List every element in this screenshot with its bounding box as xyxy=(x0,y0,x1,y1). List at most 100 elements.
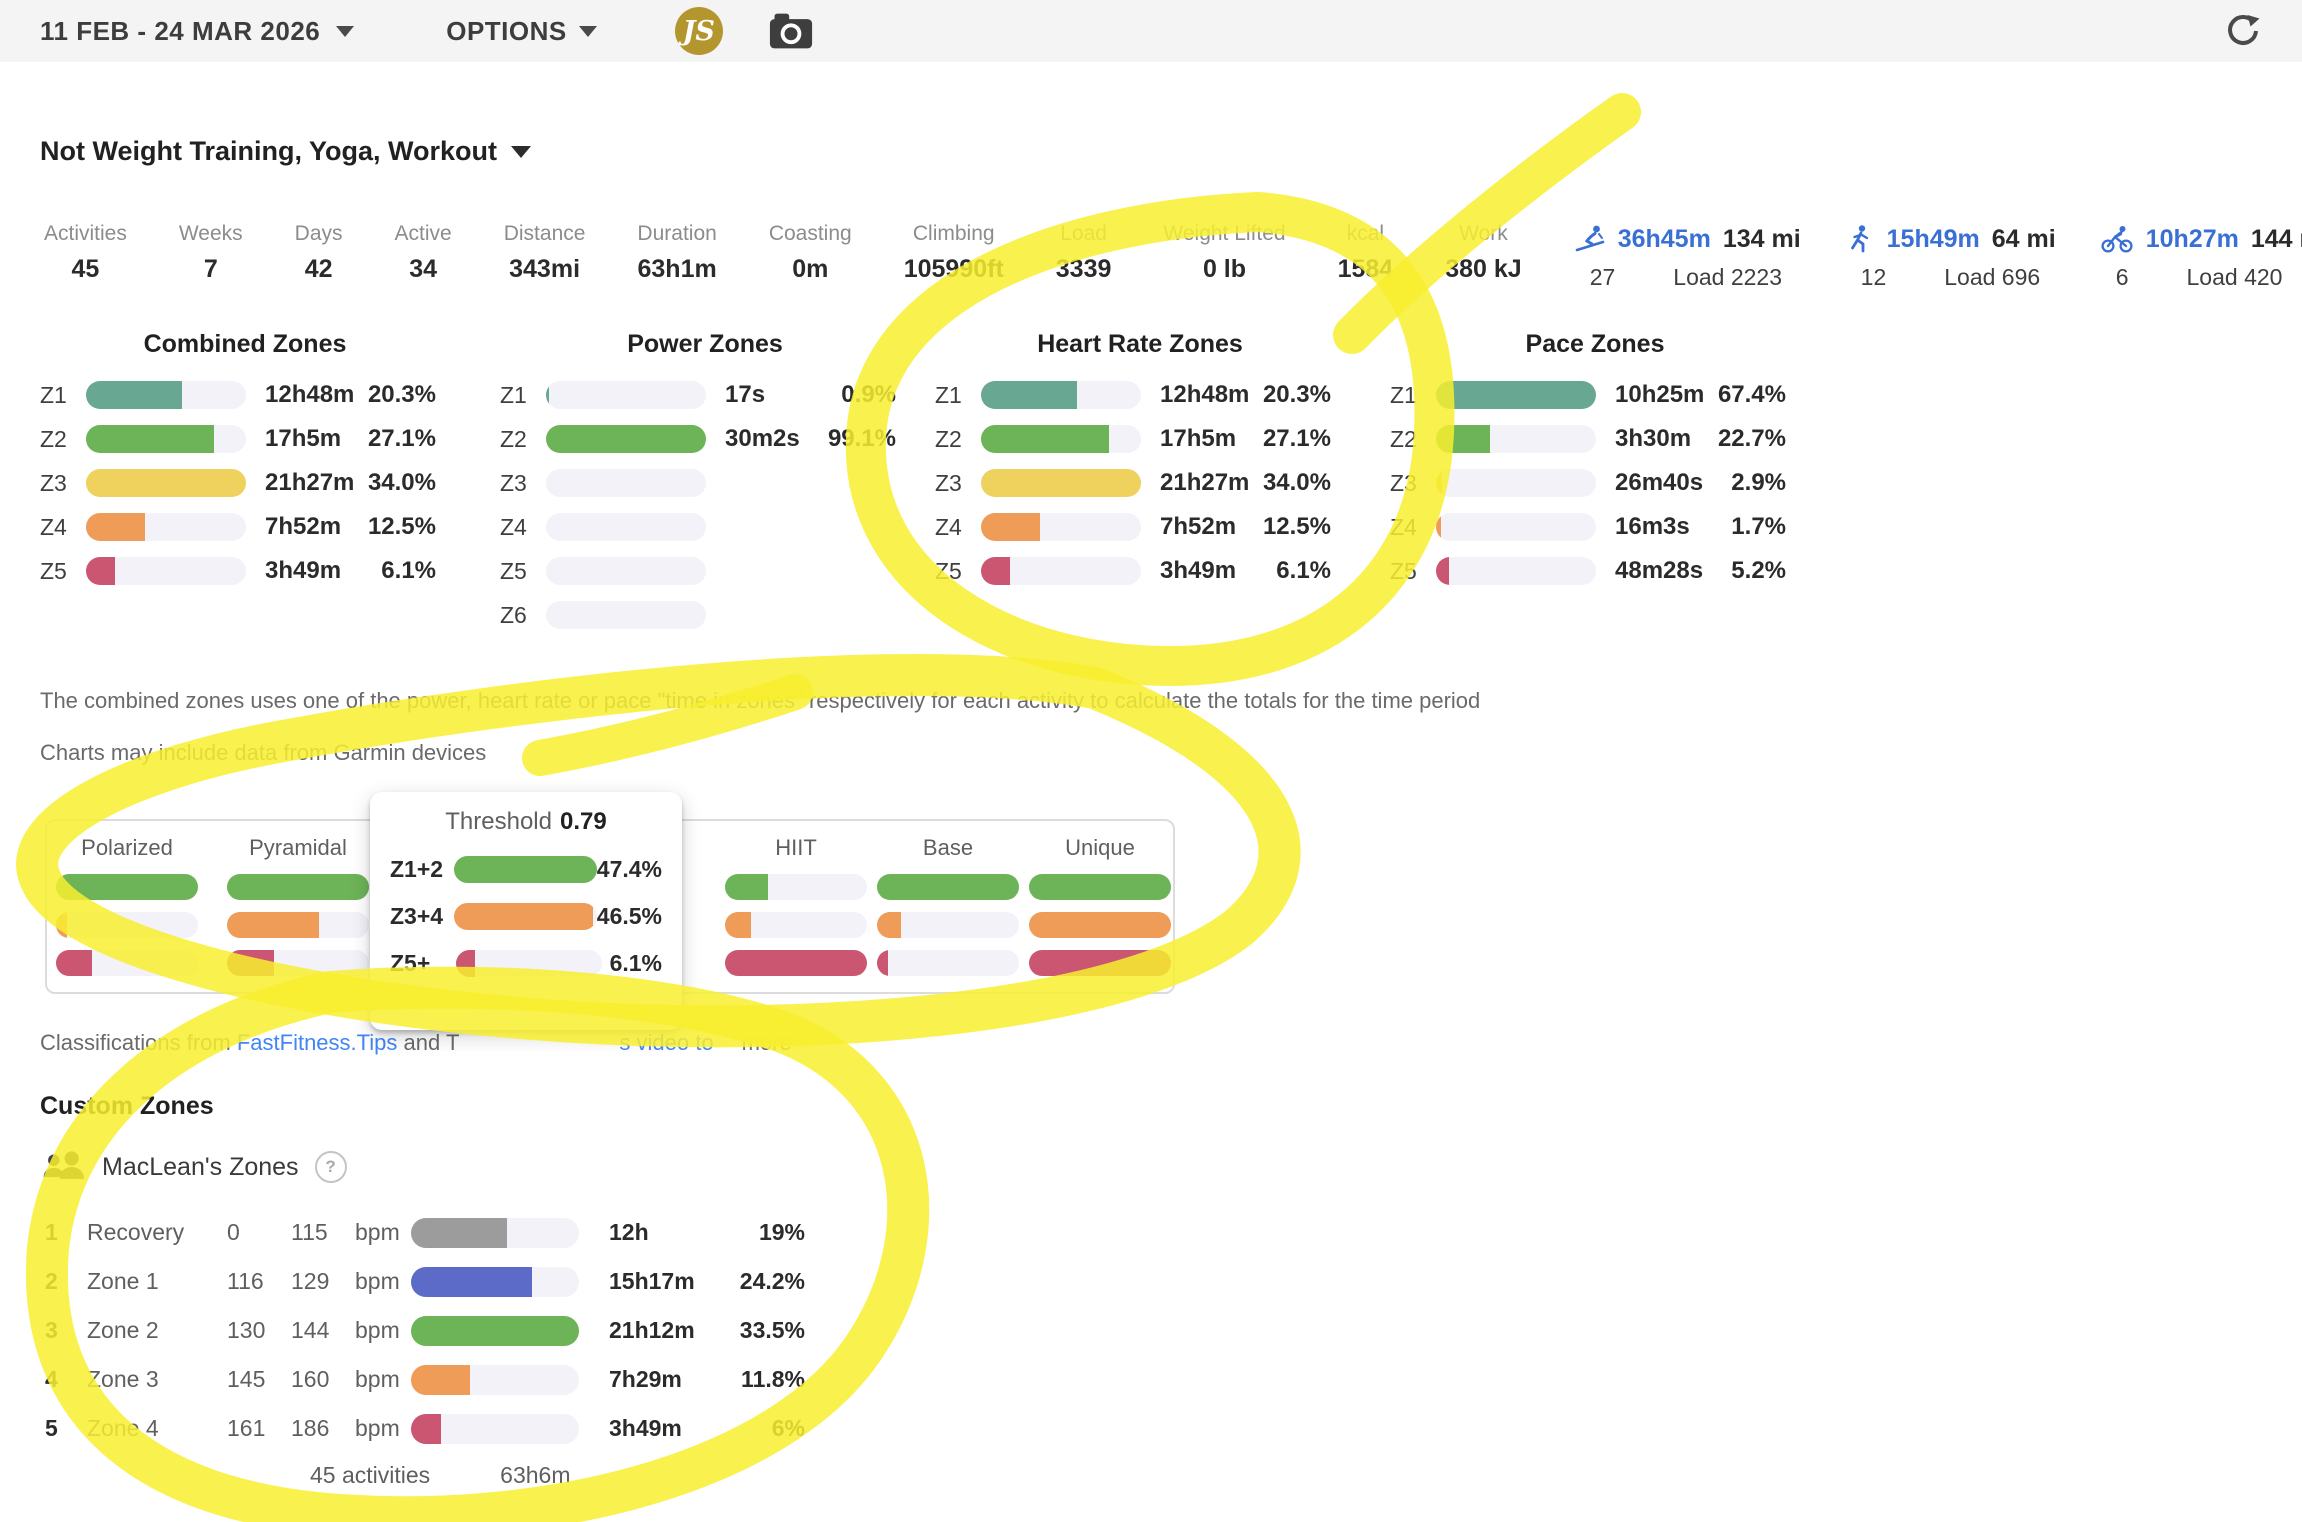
ride-load: Load 420 xyxy=(2187,264,2283,291)
zone-time: 3h49m xyxy=(246,557,364,585)
mini-bar-track xyxy=(227,912,369,938)
mini-bar-track xyxy=(1029,950,1171,976)
zone-row: Z5 3h49m 6.1% xyxy=(40,557,450,585)
zone-label: Z1 xyxy=(1390,382,1436,409)
mini-bar-fill xyxy=(725,912,751,938)
zone-percent: 6% xyxy=(699,1415,805,1442)
zone-bar-fill xyxy=(981,425,1109,453)
camera-icon xyxy=(769,12,813,50)
ride-distance: 144 mi xyxy=(2251,225,2302,254)
zone-bar-fill xyxy=(981,513,1040,541)
date-range-selector[interactable]: 11 FEB - 24 MAR 2026 xyxy=(40,16,354,47)
zone-time: 15h17m xyxy=(579,1268,699,1295)
classification-card[interactable]: HIIT xyxy=(725,835,867,988)
options-menu-button[interactable]: OPTIONS xyxy=(446,16,597,47)
zone-label: Z3 xyxy=(935,470,981,497)
app-logo[interactable]: JS xyxy=(675,7,723,55)
threshold-zone-percent: 47.4% xyxy=(597,856,662,883)
zone-name: Zone 2 xyxy=(87,1317,227,1344)
top-toolbar: 11 FEB - 24 MAR 2026 OPTIONS JS xyxy=(0,0,2302,62)
zone-row: Z4 16m3s 1.7% xyxy=(1390,513,1800,541)
zone-time: 30m2s xyxy=(706,425,824,453)
zone-bar-track xyxy=(546,601,706,629)
mini-bar-track xyxy=(877,912,1019,938)
chevron-down-icon xyxy=(579,26,597,37)
threshold-zone-label: Z3+4 xyxy=(390,903,454,930)
zone-label: Z4 xyxy=(40,514,86,541)
threshold-zone-percent: 46.5% xyxy=(597,903,662,930)
zone-bar-fill xyxy=(411,1316,579,1346)
zone-percent: 67.4% xyxy=(1714,381,1800,409)
zone-percent: 33.5% xyxy=(699,1317,805,1344)
zone-bar-fill xyxy=(546,425,706,453)
stat-item: Days 42 xyxy=(295,222,343,284)
zone-time: 3h49m xyxy=(1141,557,1259,585)
zone-label: Z1 xyxy=(40,382,86,409)
zone-time: 17h5m xyxy=(1141,425,1259,453)
mini-bar-fill xyxy=(1029,912,1171,938)
stat-value: 34 xyxy=(409,255,437,284)
mini-bar-track xyxy=(56,912,198,938)
zone-bar-track xyxy=(981,557,1141,585)
threshold-zone-label: Z1+2 xyxy=(390,856,454,883)
zone-time: 7h52m xyxy=(1141,513,1259,541)
zone-to-bpm: 186 xyxy=(291,1415,355,1442)
zone-index: 1 xyxy=(45,1219,87,1246)
zone-bar-fill xyxy=(1436,557,1449,585)
ski-count: 27 xyxy=(1590,264,1616,291)
video-link[interactable]: s video to xyxy=(619,1030,713,1055)
zone-row: Z6 xyxy=(500,601,910,629)
zone-percent: 0.9% xyxy=(824,381,910,409)
zone-percent: 5.2% xyxy=(1714,557,1800,585)
zone-percent: 2.9% xyxy=(1714,469,1800,497)
ski-icon xyxy=(1574,224,1606,254)
table-row: 3 Zone 2 130 144 bpm 21h12m 33.5% xyxy=(45,1306,805,1355)
zone-label: Z3 xyxy=(1390,470,1436,497)
zone-unit: bpm xyxy=(355,1219,411,1246)
mini-bar-track xyxy=(227,874,369,900)
stat-label: Weeks xyxy=(179,222,243,246)
zone-percent: 11.8% xyxy=(699,1366,805,1393)
zone-time: 12h xyxy=(579,1219,699,1246)
zone-bar-fill xyxy=(86,469,246,497)
classification-card[interactable]: Unique xyxy=(1029,835,1171,988)
zone-bar-track xyxy=(1436,557,1596,585)
zone-time: 7h52m xyxy=(246,513,364,541)
refresh-button[interactable] xyxy=(2224,12,2262,50)
zone-bar-track xyxy=(86,469,246,497)
zone-time: 17h5m xyxy=(246,425,364,453)
zone-name: Zone 1 xyxy=(87,1268,227,1295)
zone-from-bpm: 0 xyxy=(227,1219,291,1246)
zone-time: 3h49m xyxy=(579,1415,699,1442)
table-row: 5 Zone 4 161 186 bpm 3h49m 6% xyxy=(45,1404,805,1453)
screenshot-camera-button[interactable] xyxy=(769,12,813,50)
stat-label: Duration xyxy=(637,222,716,246)
classification-card[interactable]: Base xyxy=(877,835,1019,988)
zone-row: Z5 48m28s 5.2% xyxy=(1390,557,1800,585)
zone-label: Z4 xyxy=(1390,514,1436,541)
zone-bar-fill xyxy=(411,1267,532,1297)
zone-index: 2 xyxy=(45,1268,87,1295)
activity-filter-selector[interactable]: Not Weight Training, Yoga, Workout xyxy=(40,136,531,167)
date-range-label: 11 FEB - 24 MAR 2026 xyxy=(40,16,320,47)
classification-card[interactable]: Pyramidal xyxy=(227,835,369,988)
fastfitness-link[interactable]: FastFitness.Tips xyxy=(237,1030,398,1055)
threshold-zone-row: Z1+2 47.4% xyxy=(390,856,662,883)
zone-name: Zone 3 xyxy=(87,1366,227,1393)
help-icon[interactable]: ? xyxy=(315,1151,347,1183)
zone-percent: 24.2% xyxy=(699,1268,805,1295)
classification-card[interactable]: Polarized xyxy=(56,835,198,988)
activity-filter-label: Not Weight Training, Yoga, Workout xyxy=(40,136,497,167)
stat-item: Activities 45 xyxy=(44,222,127,284)
threshold-popup-card[interactable]: Threshold0.79 Z1+2 47.4% Z3+4 46.5% Z5+ xyxy=(370,792,682,1030)
zone-percent: 99.1% xyxy=(824,425,910,453)
zone-bar-track xyxy=(546,513,706,541)
stat-item: Load 3339 xyxy=(1056,222,1112,284)
zone-bar-track xyxy=(1436,469,1596,497)
stat-label: Days xyxy=(295,222,343,246)
threshold-zone-row: Z5+ 6.1% xyxy=(390,950,662,977)
stat-value: 0m xyxy=(792,255,828,284)
zone-percent: 12.5% xyxy=(364,513,450,541)
mini-bar-fill xyxy=(1029,950,1171,976)
zone-bar-track xyxy=(546,469,706,497)
